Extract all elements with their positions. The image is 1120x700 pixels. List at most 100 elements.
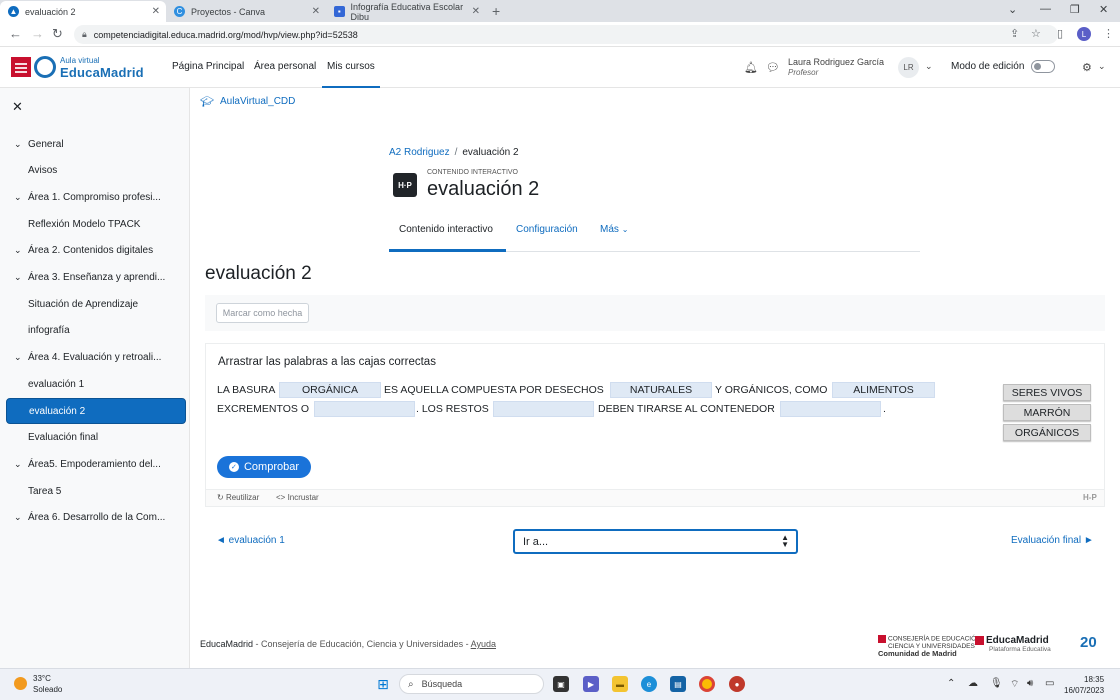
bookmark-star-icon[interactable]: ☆ <box>1031 27 1041 40</box>
logo-title[interactable]: EducaMadrid <box>60 65 144 80</box>
sun-icon[interactable] <box>14 677 27 690</box>
canva-icon: C <box>174 6 185 17</box>
sidebar-section[interactable]: ⌄ General <box>6 131 186 157</box>
nav-my-courses[interactable]: Mis cursos <box>327 61 375 72</box>
user-name[interactable]: Laura Rodriguez García <box>788 57 884 67</box>
sidepanel-icon[interactable]: ▯ <box>1057 27 1063 40</box>
file-explorer-icon[interactable]: ▬ <box>612 676 628 692</box>
draggable-word[interactable]: SERES VIVOS <box>1003 384 1091 401</box>
avatar[interactable]: LR <box>898 57 919 78</box>
reload-icon[interactable]: ↻ <box>52 26 63 42</box>
drop-zone-filled[interactable]: ALIMENTOS <box>832 382 935 398</box>
chevron-down-icon[interactable]: ⌄ <box>1098 61 1106 72</box>
check-button[interactable]: ✓ Comprobar <box>217 456 311 478</box>
edit-mode-label: Modo de edición <box>951 61 1025 72</box>
tab-settings[interactable]: Configuración <box>516 224 578 235</box>
tab-more[interactable]: Más ⌄ <box>600 224 628 235</box>
chevron-down-icon[interactable]: ⌄ <box>14 352 28 363</box>
help-link[interactable]: Ayuda <box>471 639 496 649</box>
nav-home[interactable]: Página Principal <box>172 61 244 72</box>
new-tab-icon[interactable]: + <box>492 3 500 19</box>
drop-zone-empty[interactable] <box>314 401 415 417</box>
wifi-icon[interactable]: ⌔ <box>1010 678 1019 691</box>
sidebar-section[interactable]: ⌄ Área 3. Enseñanza y aprendi... <box>6 265 186 291</box>
microphone-icon[interactable]: 🎙︎ <box>990 678 1003 689</box>
kebab-menu-icon[interactable]: ⋮ <box>1103 27 1114 40</box>
sidebar-item[interactable]: Evaluación final <box>6 425 186 451</box>
embed-link[interactable]: <> Incrustar <box>276 493 319 502</box>
taskbar-search[interactable]: ⌕ Búsqueda <box>399 674 544 694</box>
teams-icon[interactable]: ▶ <box>583 676 599 692</box>
restore-icon[interactable]: ❐ <box>1070 3 1080 16</box>
drop-zone-empty[interactable] <box>780 401 881 417</box>
store-icon[interactable]: ▤ <box>670 676 686 692</box>
course-shortname-link[interactable]: 🎓︎ AulaVirtual_CDD <box>200 95 295 108</box>
draggable-word[interactable]: MARRÓN <box>1003 404 1091 421</box>
bell-icon[interactable]: 🔔︎ <box>744 61 758 74</box>
sidebar-item[interactable]: evaluación 1 <box>6 371 186 397</box>
forward-icon[interactable]: → <box>31 26 44 41</box>
app-icon[interactable]: ● <box>729 676 745 692</box>
sidebar-section[interactable]: ⌄ Área5. Empoderamiento del... <box>6 451 186 477</box>
drop-zone-filled[interactable]: ORGÁNICA <box>279 382 381 398</box>
browser-profile-avatar[interactable]: L <box>1077 27 1091 41</box>
chevron-down-icon[interactable]: ⌄ <box>14 192 28 203</box>
h5p-brand[interactable]: H-P <box>1083 493 1097 502</box>
close-icon[interactable]: ✕ <box>152 6 160 17</box>
chevron-up-icon[interactable]: ⌃ <box>947 678 955 689</box>
chat-bubble-icon[interactable]: 💬︎ <box>766 61 780 74</box>
chrome-icon[interactable] <box>699 676 715 692</box>
sidebar-section[interactable]: ⌄ Área 1. Compromiso profesi... <box>6 184 186 210</box>
drop-zone-empty[interactable] <box>493 401 594 417</box>
close-icon[interactable]: ✕ <box>472 6 480 17</box>
minimize-icon[interactable]: — <box>1040 3 1051 15</box>
breadcrumb-course[interactable]: A2 Rodriguez <box>389 147 450 158</box>
share-icon[interactable]: ⇪ <box>1010 27 1019 40</box>
reuse-link[interactable]: ↻ Reutilizar <box>217 493 259 502</box>
sidebar-item[interactable]: Situación de Aprendizaje <box>6 291 186 317</box>
task-view-icon[interactable]: ▣ <box>553 676 569 692</box>
close-drawer-icon[interactable]: ✕ <box>12 99 23 115</box>
browser-tab-bar: ▲ evaluación 2 ✕ C Proyectos - Canva ✕ ▪… <box>0 0 1120 22</box>
sidebar-section[interactable]: ⌄ Área 6. Desarrollo de la Com... <box>6 505 186 531</box>
drop-zone-filled[interactable]: NATURALES <box>610 382 712 398</box>
chevron-down-icon[interactable]: ⌄ <box>14 245 28 256</box>
edge-icon[interactable]: e <box>641 676 657 692</box>
browser-tab-infografia[interactable]: ▪ Infografía Educativa Escolar Dibu ✕ <box>326 1 486 22</box>
sidebar-item[interactable]: Avisos <box>6 158 186 184</box>
chevron-down-icon[interactable]: ⌄ <box>14 139 28 150</box>
jump-to-select[interactable]: Ir a... ▲ ▼ <box>513 529 798 554</box>
taskbar-clock[interactable]: 18:35 16/07/2023 <box>1064 674 1104 696</box>
cloud-icon[interactable]: ☁ <box>968 678 978 689</box>
battery-icon[interactable]: ▭ <box>1045 678 1054 689</box>
sidebar-section[interactable]: ⌄ Área 2. Contenidos digitales <box>6 238 186 264</box>
next-activity-link[interactable]: Evaluación final ► <box>1011 535 1094 546</box>
browser-tab-canva[interactable]: C Proyectos - Canva ✕ <box>166 1 326 22</box>
window-close-icon[interactable]: ✕ <box>1099 3 1108 16</box>
close-icon[interactable]: ✕ <box>312 6 320 17</box>
chevron-down-icon[interactable]: ⌄ <box>925 61 933 72</box>
chevron-down-icon[interactable]: ⌄ <box>14 512 28 523</box>
edit-mode-toggle[interactable] <box>1031 60 1055 73</box>
sidebar-item[interactable]: Reflexión Modelo TPACK <box>6 211 186 237</box>
nav-dashboard[interactable]: Área personal <box>254 61 316 72</box>
sidebar-section[interactable]: ⌄ Área 4. Evaluación y retroali... <box>6 345 186 371</box>
draggable-word[interactable]: ORGÁNICOS <box>1003 424 1091 441</box>
browser-tab-evaluacion[interactable]: ▲ evaluación 2 ✕ <box>0 1 166 22</box>
back-icon[interactable]: ← <box>9 26 22 41</box>
sidebar-item[interactable]: evaluación 2 <box>6 398 186 424</box>
mark-as-done-button[interactable]: Marcar como hecha <box>216 303 309 323</box>
chevron-down-icon[interactable]: ⌄ <box>14 272 28 283</box>
chevron-down-icon[interactable]: ⌄ <box>1008 3 1017 16</box>
speaker-icon[interactable]: 🔊︎ <box>1027 678 1033 689</box>
sidebar-item[interactable]: infografía <box>6 318 186 344</box>
url-field[interactable]: 🔒︎ competenciadigital.educa.madrid.org/m… <box>74 25 1058 44</box>
tab-interactive-content[interactable]: Contenido interactivo <box>399 224 493 235</box>
sidebar-item-label: infografía <box>28 325 70 337</box>
sidebar-item[interactable]: Tarea 5 <box>6 478 186 504</box>
previous-activity-link[interactable]: ◄ evaluación 1 <box>216 535 285 546</box>
chevron-down-icon[interactable]: ⌄ <box>14 459 28 470</box>
search-icon: ⌕ <box>408 678 414 690</box>
windows-start-icon[interactable]: ⊞ <box>375 676 391 692</box>
gear-icon[interactable]: ⚙ <box>1082 61 1092 74</box>
